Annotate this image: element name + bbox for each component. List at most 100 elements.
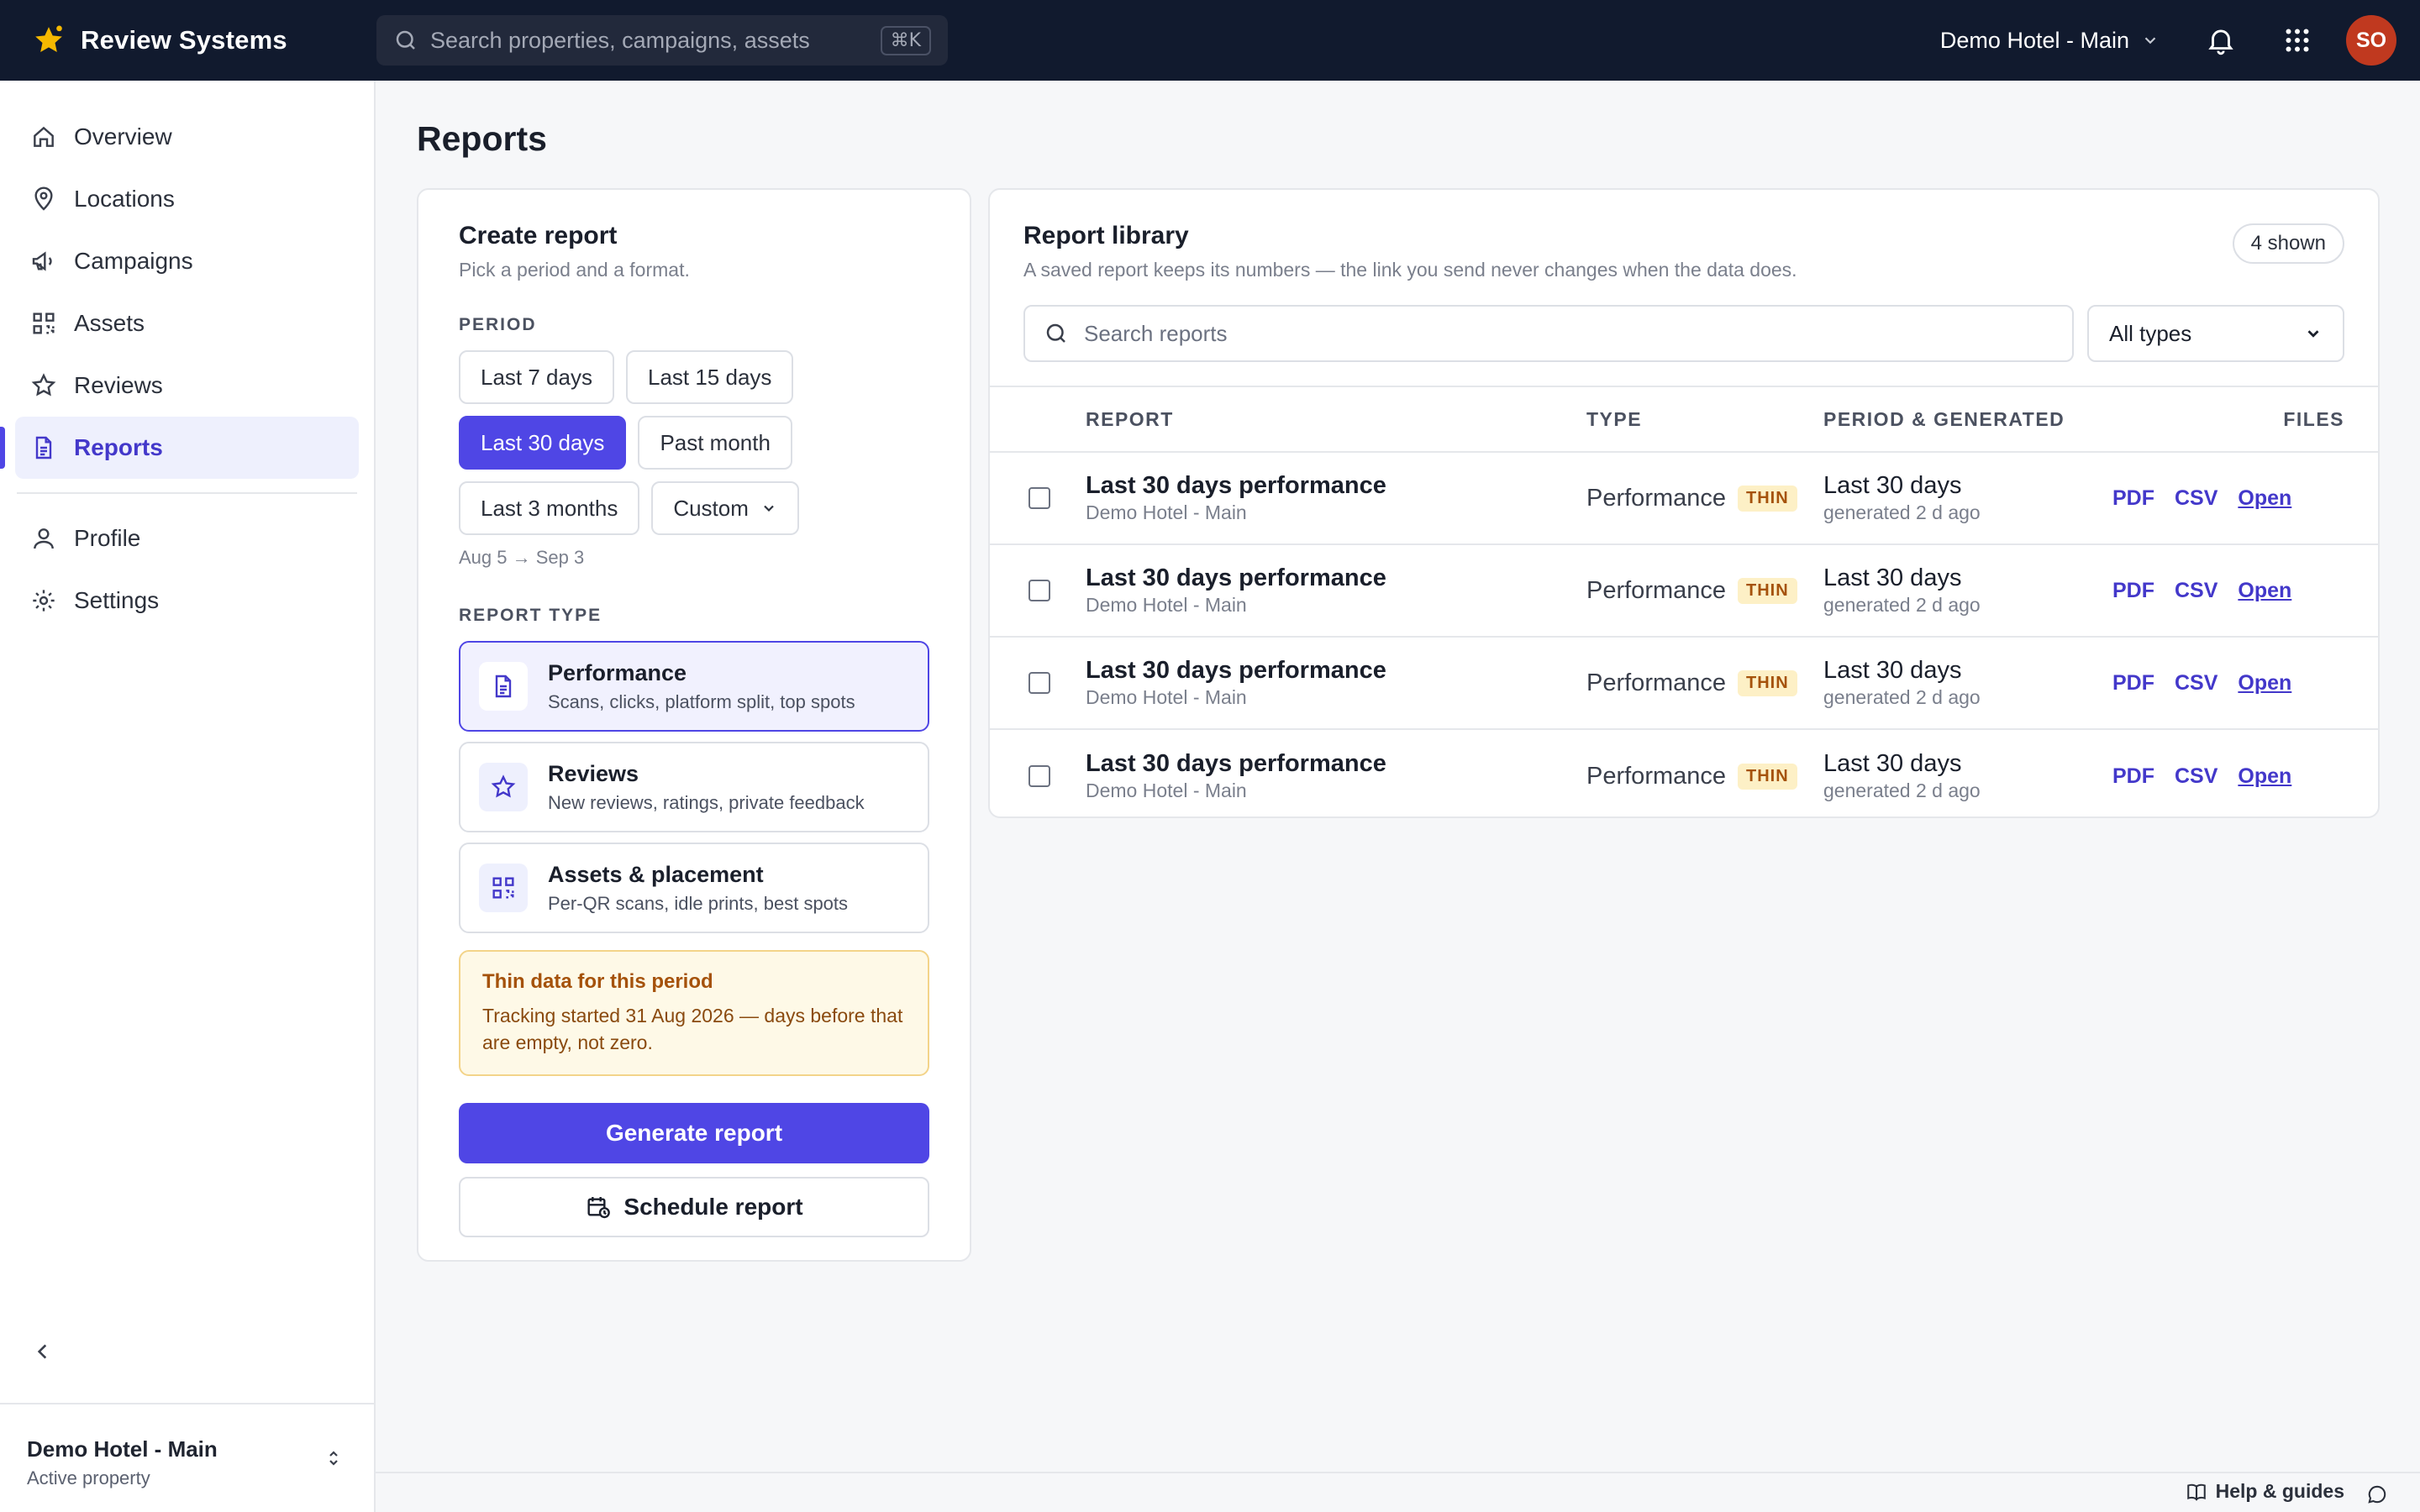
sidebar-item-label: Campaigns [74, 248, 193, 274]
sidebar-item-profile[interactable]: Profile [15, 507, 359, 570]
report-type-reviews[interactable]: Reviews New reviews, ratings, private fe… [459, 742, 929, 832]
thin-badge: THIN [1738, 485, 1797, 512]
row-checkbox[interactable] [1028, 580, 1050, 601]
type-filter-select[interactable]: All types [2087, 305, 2344, 362]
download-pdf-link[interactable]: PDF [2112, 579, 2154, 603]
sidebar-item-label: Reports [74, 434, 163, 460]
download-csv-link[interactable]: CSV [2175, 579, 2217, 603]
open-report-link[interactable]: Open [2238, 486, 2291, 511]
chevron-up-down-icon [324, 1448, 344, 1468]
global-search-input[interactable] [430, 27, 881, 54]
row-checkbox[interactable] [1028, 487, 1050, 509]
global-search[interactable]: ⌘K [376, 15, 948, 66]
search-shortcut-badge: ⌘K [880, 25, 931, 55]
schedule-report-button[interactable]: Schedule report [459, 1177, 929, 1237]
report-generated: generated 2 d ago [1823, 686, 1981, 708]
report-type-title: Reviews [548, 760, 639, 786]
report-type-description: New reviews, ratings, private feedback [548, 791, 865, 813]
document-icon [479, 662, 528, 711]
download-pdf-link[interactable]: PDF [2112, 764, 2154, 789]
period-last-7-days[interactable]: Last 7 days [459, 350, 614, 404]
thin-data-warning: Thin data for this period Tracking start… [459, 950, 929, 1076]
report-title: Last 30 days performance [1086, 657, 1386, 684]
sidebar-item-label: Locations [74, 186, 175, 212]
column-files: FILES [2283, 407, 2344, 430]
megaphone-icon [30, 248, 57, 275]
download-csv-link[interactable]: CSV [2175, 671, 2217, 696]
sidebar-item-reports[interactable]: Reports [0, 417, 359, 479]
report-period: Last 30 days [1823, 472, 1962, 499]
report-generated: generated 2 d ago [1823, 501, 1981, 523]
generate-report-button[interactable]: Generate report [459, 1103, 929, 1163]
report-library-subtitle: A saved report keeps its numbers — the l… [1023, 259, 1797, 281]
period-last-30-days[interactable]: Last 30 days [459, 416, 627, 470]
report-period: Last 30 days [1823, 657, 1962, 684]
bell-icon[interactable] [2205, 24, 2237, 56]
sidebar-item-label: Settings [74, 587, 160, 613]
date-range: Aug 5 → Sep 3 [459, 547, 585, 568]
row-checkbox[interactable] [1028, 672, 1050, 694]
period-last-3-months[interactable]: Last 3 months [459, 481, 640, 535]
row-checkbox[interactable] [1028, 765, 1050, 787]
sidebar-item-locations[interactable]: Locations [15, 168, 359, 230]
download-csv-link[interactable]: CSV [2175, 764, 2217, 789]
property-switcher[interactable]: Demo Hotel - Main [1940, 28, 2160, 54]
report-property: Demo Hotel - Main [1086, 686, 1247, 708]
report-type-label: REPORT TYPE [459, 606, 602, 625]
table-row: Last 30 days performance Demo Hotel - Ma… [990, 545, 2378, 638]
download-pdf-link[interactable]: PDF [2112, 671, 2154, 696]
table-row: Last 30 days performance Demo Hotel - Ma… [990, 730, 2378, 816]
sidebar: Overview Locations Campaigns Assets Revi… [0, 81, 376, 1512]
home-icon [30, 123, 57, 150]
report-type-assets-placement[interactable]: Assets & placement Per-QR scans, idle pr… [459, 843, 929, 933]
user-icon [30, 525, 57, 552]
brand[interactable]: Review Systems [32, 24, 376, 57]
sidebar-item-settings[interactable]: Settings [15, 570, 359, 632]
help-guides-link[interactable]: Help & guides [2186, 1480, 2344, 1503]
sidebar-item-assets[interactable]: Assets [15, 292, 359, 354]
report-table: REPORT TYPE PERIOD & GENERATED FILES Las… [990, 386, 2378, 816]
type-filter-value: All types [2109, 320, 2192, 346]
report-generated: generated 2 d ago [1823, 780, 1981, 801]
report-search[interactable] [1023, 305, 2074, 362]
chevron-down-icon [2304, 324, 2323, 343]
calendar-clock-icon [585, 1194, 623, 1221]
gear-icon [30, 587, 57, 614]
chat-bubble-icon[interactable] [2366, 1483, 2388, 1505]
sidebar-item-reviews[interactable]: Reviews [15, 354, 359, 417]
sidebar-item-label: Profile [74, 525, 141, 551]
sidebar-item-overview[interactable]: Overview [15, 106, 359, 168]
report-type-performance[interactable]: Performance Scans, clicks, platform spli… [459, 641, 929, 732]
user-avatar[interactable]: SO [2346, 15, 2396, 66]
app-grid-icon[interactable] [2282, 25, 2312, 55]
download-csv-link[interactable]: CSV [2175, 486, 2217, 511]
table-row: Last 30 days performance Demo Hotel - Ma… [990, 453, 2378, 545]
thin-badge: THIN [1738, 577, 1797, 604]
period-custom-dropdown[interactable]: Custom [651, 481, 799, 535]
open-report-link[interactable]: Open [2238, 579, 2291, 603]
warning-body: Tracking started 31 Aug 2026 — days befo… [482, 1005, 903, 1053]
report-type-title: Performance [548, 659, 687, 685]
sidebar-item-campaigns[interactable]: Campaigns [15, 230, 359, 292]
chevron-down-icon [2141, 31, 2160, 50]
column-period: PERIOD & GENERATED [1823, 407, 2065, 430]
collapse-sidebar-icon[interactable] [32, 1341, 54, 1362]
open-report-link[interactable]: Open [2238, 764, 2291, 789]
active-property-name: Demo Hotel - Main [27, 1436, 218, 1462]
map-pin-icon [30, 186, 57, 213]
thin-badge: THIN [1738, 669, 1797, 696]
open-report-link[interactable]: Open [2238, 671, 2291, 696]
active-property-switcher[interactable]: Demo Hotel - Main Active property [0, 1403, 374, 1512]
page-title: Reports [417, 119, 547, 158]
period-past-month[interactable]: Past month [638, 416, 792, 470]
shown-count-badge: 4 shown [2232, 223, 2344, 264]
report-title: Last 30 days performance [1086, 750, 1386, 777]
document-icon [30, 434, 57, 461]
sidebar-item-label: Overview [74, 123, 172, 150]
report-search-input[interactable] [1084, 320, 2054, 347]
brand-name: Review Systems [81, 25, 287, 55]
period-last-15-days[interactable]: Last 15 days [625, 350, 794, 404]
report-library-title: Report library [1023, 222, 1189, 249]
report-type: Performance [1586, 576, 1727, 604]
download-pdf-link[interactable]: PDF [2112, 486, 2154, 511]
